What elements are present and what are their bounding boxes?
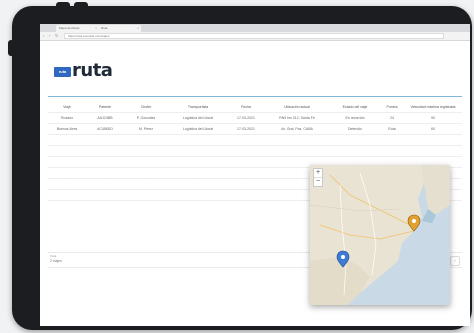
browser-tab[interactable]: Ruta × [98,25,141,32]
logo-badge: ruta [54,67,71,77]
table-cell: · [48,178,86,190]
tab-title: Ruta [101,26,108,30]
tablet-frame: Mapa de Rutas × Ruta × ‹ › ↻ https://rut… [8,2,472,330]
column-header[interactable]: Fecha [228,102,264,113]
map-canvas[interactable] [310,165,450,305]
table-row[interactable]: Buenos Aires AC456DD M. Pérez Logística del… [48,123,462,135]
url-field[interactable]: https://ruta.example.com/viajes [64,33,444,39]
table-cell: · [380,134,404,146]
map-popup[interactable]: + − [310,165,450,305]
zoom-out-button[interactable]: − [314,177,322,186]
table-cell: Logística del Litoral [168,112,228,124]
table-cell: · [124,189,168,201]
column-header[interactable]: Puntos [380,102,404,113]
footer-next-button[interactable]: › [450,256,460,266]
close-icon[interactable]: × [95,25,97,32]
table-cell: · [228,134,264,146]
table-cell: Detenido [330,123,380,135]
table-cell: · [228,178,264,190]
table-cell: · [168,178,228,190]
table-cell: · [264,145,330,157]
table-cell: · [48,134,86,146]
table-cell: · [48,167,86,179]
table-row-empty: ········· [48,134,462,146]
reload-icon[interactable]: ↻ [55,33,58,39]
table-cell: · [124,134,168,146]
table-cell: 17-03-2021 [228,112,264,124]
table-cell: Ruta [380,123,404,135]
column-header[interactable]: Ubicación actual [264,102,330,113]
table-cell: · [264,134,330,146]
back-icon[interactable]: ‹ [43,33,44,39]
column-header[interactable]: Estado del viaje [330,102,380,113]
tablet-top-button [56,2,70,7]
table-row-empty: ········· [48,145,462,157]
footer-value: 2 viajes [50,259,62,263]
table-header-row: Viaje Patente Chofer Transportista Fecha Ubic… [48,102,462,113]
table-cell: 90 [404,112,462,124]
forward-icon[interactable]: › [49,33,50,39]
table-cell: · [168,156,228,168]
table-cell: · [380,145,404,157]
table-cell: · [168,189,228,201]
table-cell: Rosario [48,112,86,124]
table-cell: · [168,145,228,157]
column-header[interactable]: Viaje [48,102,86,113]
table-cell: · [404,145,462,157]
column-header[interactable]: Transportista [168,102,228,113]
table-cell: RN9 km 312, Santa Fe [264,112,330,124]
table-cell: · [86,167,124,179]
table-cell: AA123BB [86,112,124,124]
table-cell: AC456DD [86,123,124,135]
table-cell: P. Gonzalez [124,112,168,124]
tablet-side-button [8,40,14,56]
table-cell: Logística del Litoral [168,123,228,135]
browser-tab-bar: Mapa de Rutas × Ruta × [40,24,470,32]
table-row[interactable]: Rosario AA123BB P. Gonzalez Logística del L… [48,112,462,124]
table-cell: · [86,156,124,168]
table-cell: · [124,156,168,168]
table-cell: · [48,156,86,168]
table-cell: En recorrido [330,112,380,124]
screen: Mapa de Rutas × Ruta × ‹ › ↻ https://rut… [40,24,470,326]
table-cell: · [124,167,168,179]
column-header[interactable]: Velocidad máxima registrada [404,102,462,113]
tab-title: Mapa de Rutas [59,26,80,30]
close-icon[interactable]: × [137,25,139,32]
column-header[interactable]: Patente [86,102,124,113]
address-bar: ‹ › ↻ https://ruta.example.com/viajes [40,32,470,41]
table-cell: · [86,189,124,201]
logo-text: ruta [72,60,113,81]
table-cell: · [124,178,168,190]
column-header[interactable]: Chofer [124,102,168,113]
table-cell: · [228,189,264,201]
table-cell: · [330,145,380,157]
table-cell: · [228,145,264,157]
table-cell: 60 [404,123,462,135]
browser-tab[interactable]: Mapa de Rutas × [56,25,99,32]
table-cell: 17-03-2021 [228,123,264,135]
table-cell: · [86,145,124,157]
table-cell: · [228,167,264,179]
table-cell: · [168,167,228,179]
table-cell: · [330,134,380,146]
zoom-in-button[interactable]: + [314,169,322,177]
table-cell: Av. Gral. Paz, CABA [264,123,330,135]
table-cell: Buenos Aires [48,123,86,135]
tablet-top-button [74,2,88,7]
table-cell: · [404,134,462,146]
table-cell: · [124,145,168,157]
table-cell: · [48,189,86,201]
table-cell: · [86,134,124,146]
table-cell: · [228,156,264,168]
table-cell: · [48,145,86,157]
table-cell: · [168,134,228,146]
table-cell: M. Pérez [124,123,168,135]
table-cell: · [86,178,124,190]
header-divider [48,96,462,97]
zoom-control: + − [313,168,323,187]
table-cell: 24 [380,112,404,124]
footer-label: Total [50,254,57,258]
